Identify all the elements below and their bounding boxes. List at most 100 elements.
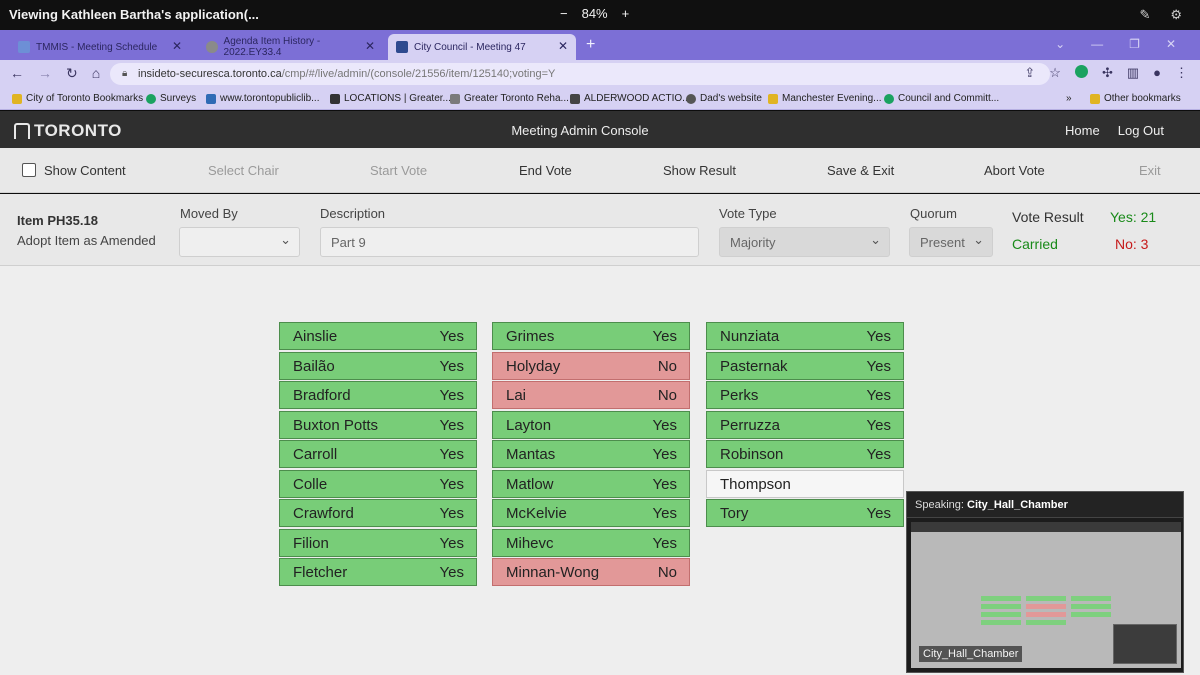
speaker-preview[interactable]: Speaking: City_Hall_Chamber City_Hall_Ch… <box>906 491 1184 673</box>
url-path: /cmp/#/live/admin/(console/21556/item/12… <box>281 68 556 80</box>
vote-type-select[interactable]: Majority <box>719 227 890 257</box>
councillor-name: Tory <box>720 505 749 522</box>
councillor-name: Mantas <box>506 446 556 463</box>
councillor-name: Filion <box>293 534 329 552</box>
browser-tab-agenda-history[interactable]: Agenda Item History - 2022.EY33.4 ✕ <box>198 34 383 60</box>
screen: Viewing Kathleen Bartha's application(..… <box>0 0 1200 675</box>
bookmark-item[interactable]: City of Toronto Bookmarks <box>12 93 143 104</box>
vote-value: Yes <box>439 387 464 404</box>
select-chair-button[interactable]: Select Chair <box>208 163 279 178</box>
bookmark-star-icon[interactable]: ☆ <box>1049 65 1061 81</box>
extensions-puzzle-icon[interactable]: ✣ <box>1102 65 1113 81</box>
save-exit-button[interactable]: Save & Exit <box>827 163 894 178</box>
abort-vote-button[interactable]: Abort Vote <box>984 163 1045 178</box>
header-links: Home Log Out <box>1065 123 1164 138</box>
home-link[interactable]: Home <box>1065 123 1100 138</box>
quorum-select[interactable]: Present <box>909 227 993 257</box>
profile-icon[interactable]: ● <box>1153 65 1161 81</box>
bookmark-folder-icon <box>1090 93 1100 104</box>
bookmark-item[interactable]: ALDERWOOD ACTIO... <box>570 93 691 104</box>
speaker-name: City_Hall_Chamber <box>967 499 1068 511</box>
vote-value: Yes <box>652 534 677 552</box>
no-count: No: 3 <box>1115 236 1149 252</box>
end-vote-button[interactable]: End Vote <box>519 163 572 178</box>
vote-row: Matlow Yes <box>492 469 690 498</box>
address-icons: ⇪ ☆ ✣ ▥ ● ⋮ <box>1024 65 1188 81</box>
tab-favicon-icon <box>396 41 408 53</box>
close-tab-icon[interactable]: ✕ <box>172 39 182 53</box>
bookmark-favicon-icon <box>686 93 696 104</box>
vote-value: Yes <box>439 446 464 463</box>
vote-value: Yes <box>652 446 677 463</box>
minimize-icon[interactable]: — <box>1091 37 1103 51</box>
description-field[interactable]: Part 9 <box>320 227 699 257</box>
back-icon[interactable]: ← <box>10 65 24 82</box>
vote-value: Yes <box>866 446 891 463</box>
close-tab-icon[interactable]: ✕ <box>558 39 568 53</box>
video-shape <box>1026 620 1066 625</box>
browser-tab-meeting-schedule[interactable]: TMMIS - Meeting Schedule ✕ <box>10 34 190 60</box>
home-icon[interactable]: ⌂ <box>92 65 100 82</box>
forward-icon[interactable]: → <box>38 65 52 82</box>
video-shape <box>981 620 1021 625</box>
bookmark-item[interactable]: LOCATIONS | Greater... <box>330 93 451 104</box>
start-vote-button[interactable]: Start Vote <box>370 163 427 178</box>
browser-tab-city-council[interactable]: City Council - Meeting 47 ✕ <box>388 34 576 60</box>
video-shape <box>1026 612 1066 617</box>
bookmark-favicon-icon <box>570 93 580 104</box>
moved-by-select[interactable] <box>179 227 300 257</box>
share-icon[interactable]: ⇪ <box>1024 65 1035 81</box>
page-title: Meeting Admin Console <box>511 123 649 138</box>
reload-icon[interactable]: ↻ <box>66 65 78 82</box>
bookmark-item[interactable]: Council and Committ... <box>884 93 999 104</box>
vote-type-label: Vote Type <box>719 206 777 221</box>
extension-icon[interactable] <box>1074 65 1088 78</box>
show-content-checkbox[interactable] <box>22 163 36 177</box>
vote-row: Mihevc Yes <box>492 528 690 557</box>
vote-row: Perruzza Yes <box>706 410 904 439</box>
vote-row: Minnan-Wong No <box>492 558 690 586</box>
video-shape <box>981 596 1021 601</box>
side-panel-icon[interactable]: ▥ <box>1127 65 1139 81</box>
video-shape <box>981 612 1021 617</box>
bookmark-label: www.torontopubliclib... <box>220 93 320 104</box>
settings-icon[interactable]: ⚙ <box>1170 7 1182 23</box>
logout-link[interactable]: Log Out <box>1118 123 1164 138</box>
annotate-icon[interactable]: ✎ <box>1139 7 1150 23</box>
quorum-label: Quorum <box>910 206 957 221</box>
bookmark-item[interactable]: Greater Toronto Reha... <box>450 93 569 104</box>
show-content-toggle[interactable]: Show Content <box>22 163 126 178</box>
vote-row: Filion Yes <box>279 528 477 557</box>
zoom-out-button[interactable]: − <box>560 6 568 21</box>
exit-button[interactable]: Exit <box>1139 163 1161 178</box>
bookmark-item[interactable]: Surveys <box>146 93 196 104</box>
vote-row: Buxton Potts Yes <box>279 410 477 439</box>
tab-search-icon[interactable]: ⌄ <box>1055 37 1065 51</box>
bookmark-favicon-icon <box>450 93 460 104</box>
vote-value: Yes <box>439 416 464 434</box>
councillor-name: Robinson <box>720 446 784 463</box>
bookmark-label: Surveys <box>160 93 197 104</box>
url-field[interactable]: 🔒︎ insideto-securesca.toronto.ca/cmp/#/l… <box>110 63 1050 85</box>
menu-icon[interactable]: ⋮ <box>1175 65 1188 81</box>
show-result-button[interactable]: Show Result <box>663 163 736 178</box>
viewer-icons: ✎ ⚙ <box>1139 7 1182 23</box>
zoom-in-button[interactable]: + <box>622 6 630 21</box>
bookmarks-overflow-button[interactable]: » <box>1066 93 1072 104</box>
vote-row: Mantas Yes <box>492 440 690 468</box>
bookmark-item[interactable]: Manchester Evening... <box>768 93 882 104</box>
bookmark-favicon-icon <box>146 93 156 104</box>
vote-value: Yes <box>652 328 677 345</box>
viewer-bar: Viewing Kathleen Bartha's application(..… <box>0 0 1200 30</box>
close-tab-icon[interactable]: ✕ <box>365 39 375 53</box>
bookmark-item[interactable]: Dad's website <box>686 93 762 104</box>
restore-icon[interactable]: ❐ <box>1129 37 1140 51</box>
councillor-name: Colle <box>293 475 328 493</box>
vote-row: Fletcher Yes <box>279 558 477 586</box>
new-tab-button[interactable]: + <box>586 36 595 54</box>
video-shape <box>1071 596 1111 601</box>
other-bookmarks[interactable]: Other bookmarks <box>1090 93 1181 104</box>
close-window-icon[interactable]: ✕ <box>1166 37 1176 51</box>
tab-favicon-icon <box>18 41 30 53</box>
bookmark-item[interactable]: www.torontopubliclib... <box>206 93 320 104</box>
